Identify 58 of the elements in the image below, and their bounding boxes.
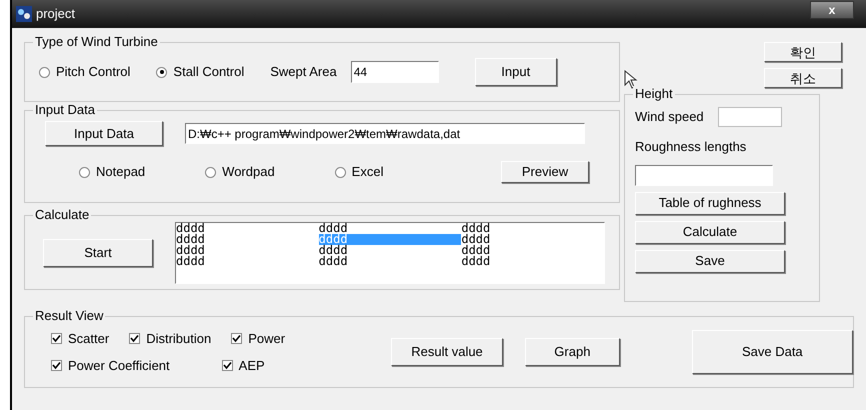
start-button[interactable]: Start [43,238,153,266]
checkbox-label: Distribution [146,330,212,348]
file-path-field[interactable]: D:₩c++ program₩windpower2₩tem₩rawdata,dat [185,123,585,144]
checkbox[interactable] [231,332,242,344]
list-cell[interactable]: dddd [176,222,319,234]
close-button[interactable]: x [810,1,854,19]
input-data-button[interactable]: Input Data [45,121,163,146]
height-button[interactable]: Save [635,250,785,272]
roughness-label: Roughness lengths [635,138,748,156]
checkbox-label: Power [248,330,286,348]
list-cell[interactable]: dddd [176,256,319,266]
radio-button[interactable] [156,66,168,78]
radio-label: Wordpad [222,163,275,182]
checkbox[interactable] [51,332,62,344]
roughness-field[interactable] [635,164,773,186]
radio-label: Stall Control [173,63,244,82]
list-cell[interactable]: dddd [318,256,462,266]
list-cell[interactable]: dddd [176,234,319,244]
list-cell[interactable]: dddd [318,244,462,256]
result-list[interactable]: dddd dddd dddd dddd dddd dddd dddd dddd dddd dddd dddd dddd [175,222,605,284]
list-cell[interactable]: dddd [461,244,604,256]
list-cell[interactable]: dddd [318,222,462,234]
group-title: Height [633,86,675,102]
height-button[interactable]: Calculate [635,220,785,244]
wind-speed-field[interactable] [718,107,782,127]
checkbox[interactable] [51,360,62,372]
dialog-button[interactable]: 취소 [764,68,842,88]
swept-area-label: Swept Area [270,63,337,82]
graph-button[interactable]: Graph [525,338,620,366]
checkbox-label: AEP [238,357,265,375]
list-cell[interactable]: dddd [461,256,604,266]
list-cell[interactable]: dddd [461,222,604,234]
checkbox-label: Power Coefficient [68,357,170,375]
height-button[interactable]: Table of rughness [635,192,785,214]
cursor-icon [624,70,638,90]
dialog-button[interactable]: 확인 [764,42,842,62]
group-title: Type of Wind Turbine [33,34,160,50]
group-title: Input Data [33,102,97,118]
checkbox[interactable] [129,332,140,344]
preview-button[interactable]: Preview [501,161,589,183]
wind-speed-label: Wind speed [635,108,704,126]
list-cell[interactable]: dddd [176,244,319,256]
app-icon [16,6,32,22]
result-value-button[interactable]: Result value [390,338,504,366]
window-title: project [36,5,76,24]
swept-area-field[interactable]: 44 [350,61,439,83]
list-cell[interactable]: dddd [461,234,604,244]
input-button[interactable]: Input [474,58,557,86]
radio-button[interactable] [334,166,346,178]
radio-button[interactable] [39,66,50,78]
radio-label: Excel [352,163,384,182]
checkbox-label: Scatter [68,330,110,348]
radio-button[interactable] [205,166,216,178]
radio-label: Notepad [96,163,146,182]
checkbox[interactable] [222,360,233,372]
save-data-button[interactable]: Save Data [692,330,853,374]
radio-label: Pitch Control [56,63,130,82]
radio-button[interactable] [79,166,90,178]
